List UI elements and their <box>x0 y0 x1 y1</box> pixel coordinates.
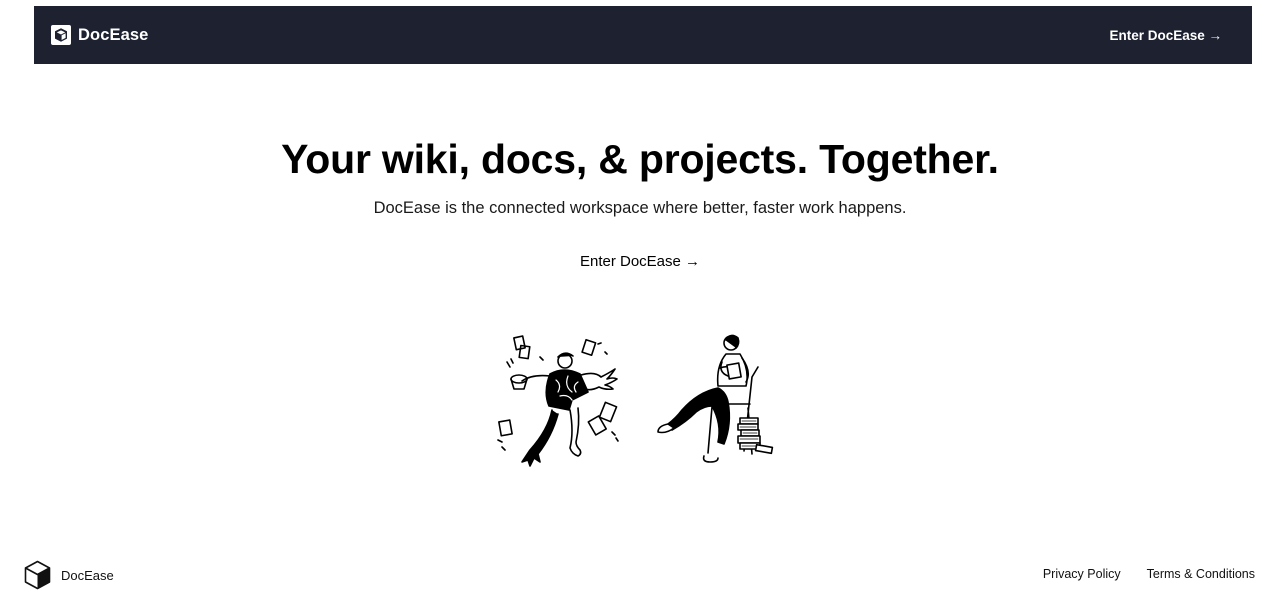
person-juggling-papers-illustration <box>497 335 619 467</box>
footer: DocEase Privacy Policy Terms & Condition… <box>0 556 1280 592</box>
terms-conditions-link[interactable]: Terms & Conditions <box>1147 567 1255 581</box>
footer-brand[interactable]: DocEase <box>24 560 114 590</box>
hero-section: Your wiki, docs, & projects. Together. D… <box>0 133 1280 271</box>
illustration-art <box>497 334 774 467</box>
brand-name: DocEase <box>78 25 149 44</box>
cube-icon <box>51 25 71 45</box>
brand[interactable]: DocEase <box>51 25 148 45</box>
person-reading-on-chair-illustration <box>657 334 774 463</box>
hero-title: Your wiki, docs, & projects. Together. <box>281 136 999 182</box>
footer-links: Privacy Policy Terms & Conditions <box>1043 567 1255 581</box>
hero-illustrations <box>490 332 790 477</box>
privacy-policy-link[interactable]: Privacy Policy <box>1043 567 1121 581</box>
enter-docease-nav-button[interactable]: Enter DocEase → <box>1109 28 1222 43</box>
hero-subtitle: DocEase is the connected workspace where… <box>373 199 907 217</box>
footer-brand-name: DocEase <box>61 567 114 583</box>
enter-docease-hero-button[interactable]: Enter DocEase → <box>580 253 700 270</box>
cube-icon <box>24 560 51 590</box>
top-navbar: DocEase Enter DocEase → <box>34 6 1252 64</box>
